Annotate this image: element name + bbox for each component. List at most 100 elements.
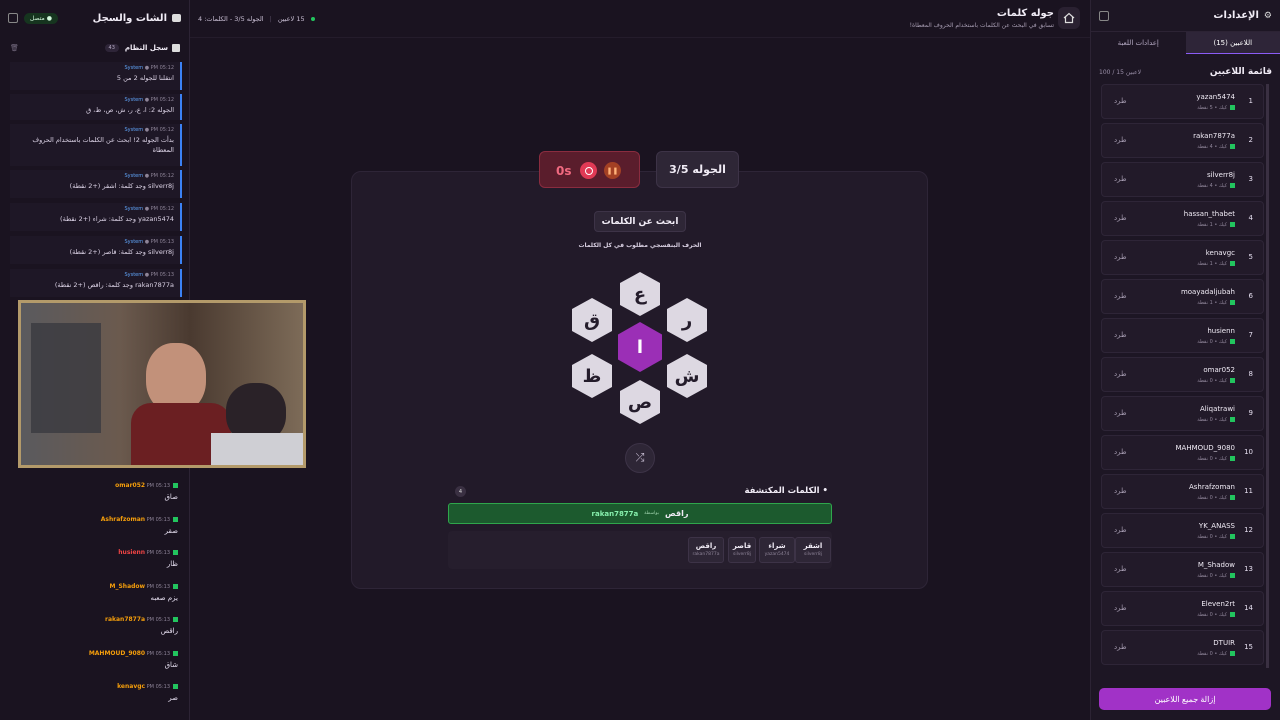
player-name: hassan_thabet (1183, 210, 1235, 218)
player-score: كيك • 1 نقطة (1197, 300, 1235, 306)
trash-icon[interactable]: 🗑 (10, 44, 19, 52)
player-score: كيك • 4 نقطة (1197, 183, 1235, 189)
player-row: 1 yazan5474 كيك • 5 نقطة طرد (1101, 84, 1264, 119)
player-score: كيك • 4 نقطة (1197, 144, 1235, 150)
kick-button[interactable]: طرد (1114, 565, 1127, 573)
kick-button[interactable]: طرد (1114, 292, 1127, 300)
player-row: 12 YK_ANASS كيك • 0 نقطة طرد (1101, 513, 1264, 548)
kick-platform-icon (1230, 534, 1235, 539)
home-button[interactable] (1058, 7, 1080, 29)
player-rank: 5 (1248, 253, 1253, 261)
player-score: كيك • 0 نقطة (1197, 651, 1235, 657)
system-message: System ● PM 05:13 rakan7877a وجد كلمة: را… (10, 269, 182, 297)
found-count: 4 (455, 486, 466, 497)
player-score: كيك • 0 نقطة (1197, 612, 1235, 618)
player-row: 6 moayadaljubah كيك • 1 نقطة طرد (1101, 279, 1264, 314)
player-score: كيك • 0 نقطة (1197, 456, 1235, 462)
player-row: 5 kenavgc كيك • 1 نقطة طرد (1101, 240, 1264, 275)
shuffle-icon: ⤮ (635, 451, 645, 464)
chat-username: kenavgc (117, 683, 146, 690)
player-rank: 2 (1248, 136, 1253, 144)
system-message: System ● PM 05:12 silverr8j وجد كلمة: اشق… (10, 170, 182, 198)
player-name: DTUIR (1213, 639, 1235, 647)
game-card (351, 171, 928, 589)
player-row: 8 omar052 كيك • 0 نقطة طرد (1101, 357, 1264, 392)
collapse-right-icon[interactable] (1099, 10, 1109, 21)
player-row: 14 Eleven2rt كيك • 0 نقطة طرد (1101, 591, 1264, 626)
round-info: الجوله 3/5 - الكلمات: 4 (198, 15, 264, 23)
player-name: MAHMOUD_9080 (1175, 444, 1235, 452)
kick-button[interactable]: طرد (1114, 448, 1127, 456)
chat-message: kenavgc PM 05:13 صر (117, 683, 178, 702)
player-rank: 7 (1248, 331, 1253, 339)
pause-button[interactable]: ❚❚ (604, 162, 621, 179)
timer-value: 0s (556, 164, 572, 178)
collapse-left-icon[interactable] (8, 13, 18, 23)
kick-platform-icon (1230, 495, 1235, 500)
player-rank: 8 (1248, 370, 1253, 378)
player-score: كيك • 0 نقطة (1197, 534, 1235, 540)
connection-status: متصل ● (24, 12, 58, 24)
kick-button[interactable]: طرد (1114, 136, 1127, 144)
shuffle-button[interactable]: ⤮ (625, 443, 655, 473)
player-name: rakan7877a (1193, 132, 1235, 140)
player-row: 2 rakan7877a كيك • 4 نقطة طرد (1101, 123, 1264, 158)
settings-panel: ⚙ الإعدادات اللاعبين (15) إعدادات اللعبة… (1090, 0, 1280, 720)
player-score: كيك • 0 نقطة (1197, 573, 1235, 579)
player-score: كيك • 1 نقطة (1197, 222, 1235, 228)
remove-all-players-button[interactable]: إزالة جميع اللاعبين (1099, 688, 1271, 710)
kick-button[interactable]: طرد (1114, 331, 1127, 339)
player-rank: 14 (1244, 604, 1253, 612)
player-score: كيك • 5 نقطة (1197, 105, 1235, 111)
player-name: moayadaljubah (1180, 288, 1235, 296)
player-rank: 1 (1248, 97, 1253, 105)
timer-box: 0s ❚❚ (539, 151, 640, 188)
kick-button[interactable]: طرد (1114, 643, 1127, 651)
player-score: كيك • 0 نقطة (1197, 378, 1235, 384)
chat-message: husienn PM 05:13 ظار (118, 549, 178, 568)
system-log-title: سجل النظام (124, 44, 168, 52)
kick-button[interactable]: طرد (1114, 604, 1127, 612)
player-row: 13 M_Shadow كيك • 0 نقطة طرد (1101, 552, 1264, 587)
home-icon (1063, 12, 1075, 24)
kick-platform-icon (1230, 378, 1235, 383)
player-name: silverr8j (1206, 171, 1235, 179)
players-capacity: 100 / 15 لاعبين (1099, 68, 1142, 76)
kick-button[interactable]: طرد (1114, 409, 1127, 417)
system-log-header[interactable]: سجل النظام 43 🗑 (6, 40, 184, 56)
page-title: جوله كلمات (996, 8, 1054, 19)
chat-icon (172, 14, 181, 22)
kick-button[interactable]: طرد (1114, 370, 1127, 378)
pause-icon: ❚❚ (606, 166, 619, 175)
player-rank: 9 (1248, 409, 1253, 417)
player-score: كيك • 0 نقطة (1197, 417, 1235, 423)
webcam-overlay (18, 300, 306, 468)
game-heading: ابحث عن الكلمات (594, 211, 686, 232)
chat-message: MAHMOUD_9080 PM 05:13 شاق (88, 650, 178, 669)
kick-button[interactable]: طرد (1114, 175, 1127, 183)
tab-game-settings[interactable]: إعدادات اللعبة (1091, 32, 1186, 54)
kick-button[interactable]: طرد (1114, 214, 1127, 222)
chat-username: husienn (118, 549, 146, 556)
log-icon (172, 44, 180, 52)
player-row: 10 MAHMOUD_9080 كيك • 0 نقطة طرد (1101, 435, 1264, 470)
kick-button[interactable]: طرد (1114, 97, 1127, 105)
kick-platform-icon (1230, 456, 1235, 461)
stop-button[interactable] (580, 162, 597, 179)
player-name: Eleven2rt (1201, 600, 1235, 608)
kick-button[interactable]: طرد (1114, 526, 1127, 534)
chat-username: omar052 (115, 482, 146, 489)
chat-message: omar052 PM 05:13 صاق (115, 482, 178, 501)
player-name: omar052 (1203, 366, 1235, 374)
chat-message: M_Shadow PM 05:13 يزم صعبه (109, 583, 178, 602)
player-score: كيك • 1 نقطة (1197, 261, 1235, 267)
system-message: System ● PM 05:12 الجوله 2: ا، ع، ر، ش، ص… (10, 94, 182, 120)
kick-platform-icon (1230, 339, 1235, 344)
live-dot-icon (310, 17, 315, 21)
kick-platform-icon (1230, 222, 1235, 227)
kick-button[interactable]: طرد (1114, 487, 1127, 495)
tab-players[interactable]: اللاعبين (15) (1185, 32, 1280, 54)
player-name: kenavgc (1205, 249, 1235, 257)
player-rank: 13 (1244, 565, 1253, 573)
kick-button[interactable]: طرد (1114, 253, 1127, 261)
